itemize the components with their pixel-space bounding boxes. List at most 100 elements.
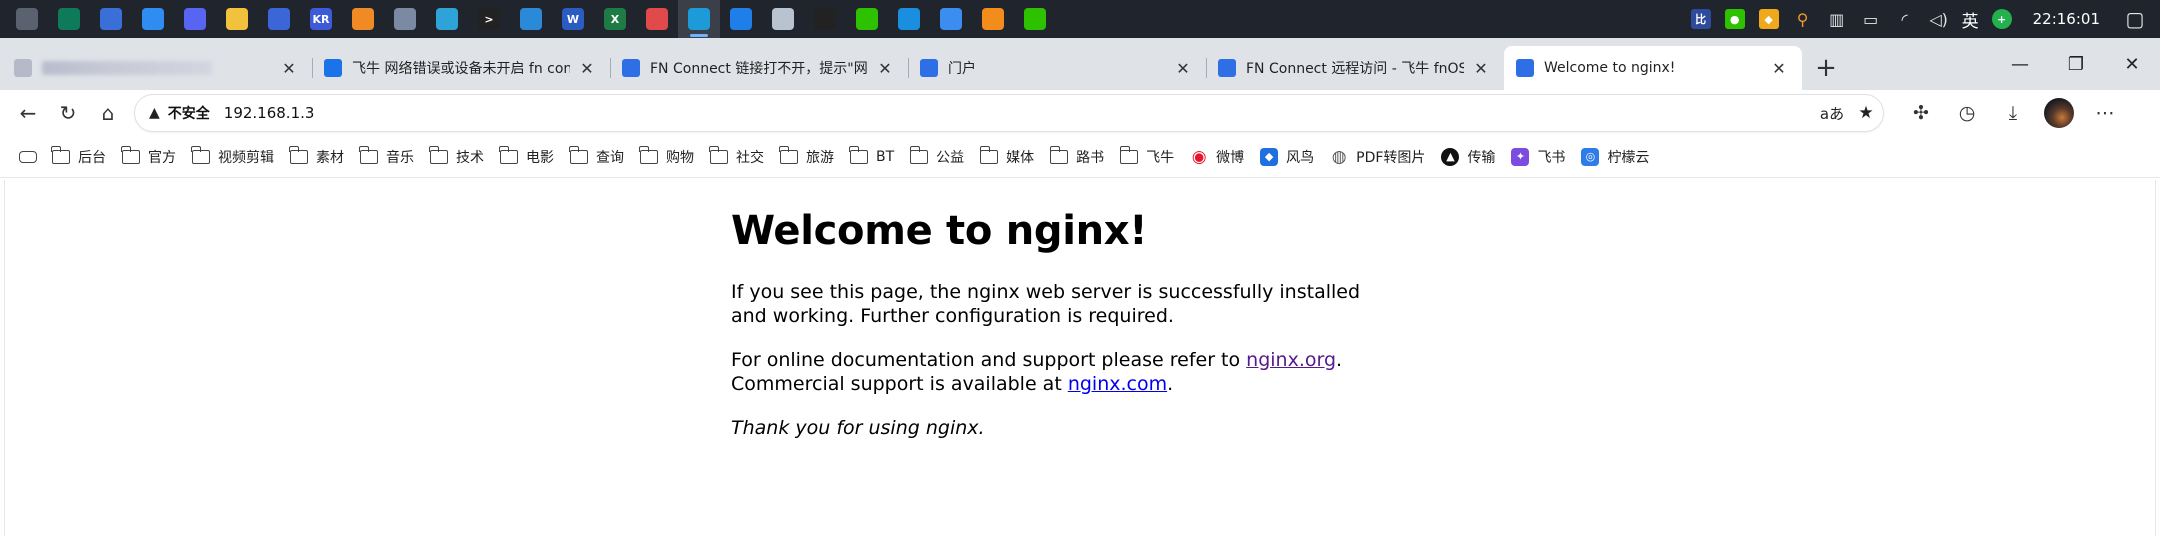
taskbar-app-button[interactable] <box>762 0 804 38</box>
audio-levels-icon[interactable]: ▥ <box>1820 0 1854 38</box>
search-tray-icon[interactable]: ⚲ <box>1786 0 1820 38</box>
kr-app-icon: KR <box>310 8 332 30</box>
bookmark-folder[interactable]: 媒体 <box>979 145 1034 167</box>
tray-app-icon[interactable]: 比 <box>1684 0 1718 38</box>
security-shield-icon[interactable]: ◆ <box>1752 0 1786 38</box>
taskbar-app-button[interactable]: > <box>468 0 510 38</box>
minimize-button[interactable]: — <box>1992 38 2048 90</box>
docs-paragraph: For online documentation and support ple… <box>731 348 1391 396</box>
tab-close-icon[interactable]: ✕ <box>1172 57 1194 79</box>
taskbar-app-button[interactable] <box>846 0 888 38</box>
taskbar-app-button[interactable]: X <box>594 0 636 38</box>
restore-button[interactable]: ❐ <box>2048 38 2104 90</box>
taskbar-app-button[interactable] <box>426 0 468 38</box>
taskbar-app-button[interactable] <box>930 0 972 38</box>
bookmark-folder[interactable]: 查询 <box>569 145 624 167</box>
tab[interactable]: 飞牛 网络错误或设备未开启 fn con ✕ <box>312 46 610 90</box>
history-button[interactable]: ◷ <box>1944 93 1990 133</box>
bookmark-folder[interactable]: 官方 <box>121 145 176 167</box>
bookmark-folder[interactable]: 技术 <box>429 145 484 167</box>
qq-icon <box>814 8 836 30</box>
bookmark-site[interactable]: ◎ 柠檬云 <box>1581 147 1649 167</box>
tab[interactable]: ✕ <box>2 46 312 90</box>
taskbar-app-button[interactable] <box>132 0 174 38</box>
menu-button[interactable]: ⋯ <box>2082 93 2128 133</box>
bookmark-folder[interactable]: 视频剪辑 <box>191 145 274 167</box>
downloads-button[interactable]: ⤓ <box>1990 93 2036 133</box>
reload-button[interactable]: ↻ <box>48 93 88 133</box>
tab-close-icon[interactable]: ✕ <box>1768 57 1790 79</box>
tab[interactable]: 门户 ✕ <box>908 46 1206 90</box>
bookmark-site[interactable]: ✦ 飞书 <box>1511 147 1565 167</box>
taskbar-app-button[interactable] <box>216 0 258 38</box>
url-text[interactable]: 192.168.1.3 <box>224 104 315 122</box>
bookmark-folder[interactable]: 社交 <box>709 145 764 167</box>
bookmark-folder[interactable]: 旅游 <box>779 145 834 167</box>
bookmark-folder[interactable]: 后台 <box>51 145 106 167</box>
taskbar-app-button[interactable] <box>384 0 426 38</box>
bookmark-label: 技术 <box>456 149 484 166</box>
wechat-tray-icon[interactable]: ● <box>1718 0 1752 38</box>
taskbar-app-button[interactable]: W <box>552 0 594 38</box>
thanks-paragraph: Thank you for using nginx. <box>731 416 1391 440</box>
tab-close-icon[interactable]: ✕ <box>278 57 300 79</box>
bookmark-folder[interactable]: 购物 <box>639 145 694 167</box>
bird-app-icon <box>940 8 962 30</box>
taskbar-app-button[interactable] <box>6 0 48 38</box>
bookmark-folder[interactable]: BT <box>849 145 894 165</box>
bookmark-folder[interactable]: 电影 <box>499 145 554 167</box>
green-plus-tray-icon[interactable]: + <box>1985 0 2019 38</box>
tab[interactable]: FN Connect 远程访问 - 飞牛 fnOS ✕ <box>1206 46 1504 90</box>
warning-triangle-icon[interactable]: ▲ <box>149 105 160 121</box>
taskbar-app-button[interactable] <box>510 0 552 38</box>
nginx-org-link[interactable]: nginx.org <box>1246 349 1336 371</box>
taskbar-app-button[interactable] <box>90 0 132 38</box>
taskbar-app-button[interactable] <box>636 0 678 38</box>
back-button[interactable]: ← <box>8 93 48 133</box>
bookmark-label: 社交 <box>736 149 764 166</box>
bookmark-folder[interactable]: 公益 <box>909 145 964 167</box>
nginx-com-link[interactable]: nginx.com <box>1068 373 1167 395</box>
bookmark-site[interactable]: ◆ 风鸟 <box>1260 147 1314 167</box>
address-bar[interactable]: ▲ 不安全 192.168.1.3 aあ ★ <box>134 94 1884 132</box>
tab-close-icon[interactable]: ✕ <box>1470 57 1492 79</box>
volume-icon[interactable]: ◁) <box>1922 0 1956 38</box>
profile-button[interactable] <box>2036 93 2082 133</box>
taskbar-app-button[interactable] <box>1014 0 1056 38</box>
bookmark-folder[interactable]: 音乐 <box>359 145 414 167</box>
taskbar-app-button[interactable] <box>258 0 300 38</box>
tab-close-icon[interactable]: ✕ <box>874 57 896 79</box>
taskbar-app-button[interactable] <box>342 0 384 38</box>
taskbar-app-button[interactable] <box>720 0 762 38</box>
taskbar-app-button[interactable] <box>48 0 90 38</box>
bookmark-site[interactable]: ◉ 微博 <box>1190 147 1244 167</box>
security-status-label[interactable]: 不安全 <box>168 103 210 123</box>
notification-icon[interactable]: ▢ <box>2118 0 2152 38</box>
clock[interactable]: 22:16:01 <box>2019 10 2118 28</box>
taskbar-app-button[interactable] <box>888 0 930 38</box>
bookmark-folder[interactable]: 路书 <box>1049 145 1104 167</box>
close-window-button[interactable]: ✕ <box>2104 38 2160 90</box>
favorite-star-icon[interactable]: ★ <box>1849 96 1883 130</box>
tab-actions-button[interactable] <box>14 143 42 171</box>
bookmark-site[interactable]: ◍ PDF转图片 <box>1330 147 1426 167</box>
folder-icon <box>849 145 868 164</box>
extensions-button[interactable]: ✣ <box>1898 93 1944 133</box>
bookmark-folder[interactable]: 飞牛 <box>1119 145 1174 167</box>
taskbar-app-button[interactable]: KR <box>300 0 342 38</box>
home-button[interactable]: ⌂ <box>88 93 128 133</box>
taskbar-app-button[interactable] <box>804 0 846 38</box>
tab-active[interactable]: Welcome to nginx! ✕ <box>1504 46 1802 90</box>
taskbar-app-button[interactable] <box>174 0 216 38</box>
tab[interactable]: FN Connect 链接打不开，提示"网 ✕ <box>610 46 908 90</box>
bookmark-folder[interactable]: 素材 <box>289 145 344 167</box>
read-aloud-icon[interactable]: aあ <box>1815 96 1849 130</box>
battery-icon[interactable]: ▭ <box>1854 0 1888 38</box>
input-method-indicator[interactable]: 英 <box>1956 7 1985 32</box>
wifi-icon[interactable]: ◜ <box>1888 0 1922 38</box>
taskbar-app-button[interactable] <box>678 0 720 38</box>
new-tab-button[interactable]: + <box>1806 46 1846 90</box>
taskbar-app-button[interactable] <box>972 0 1014 38</box>
tab-close-icon[interactable]: ✕ <box>576 57 598 79</box>
bookmark-site[interactable]: ▲ 传输 <box>1441 147 1495 167</box>
